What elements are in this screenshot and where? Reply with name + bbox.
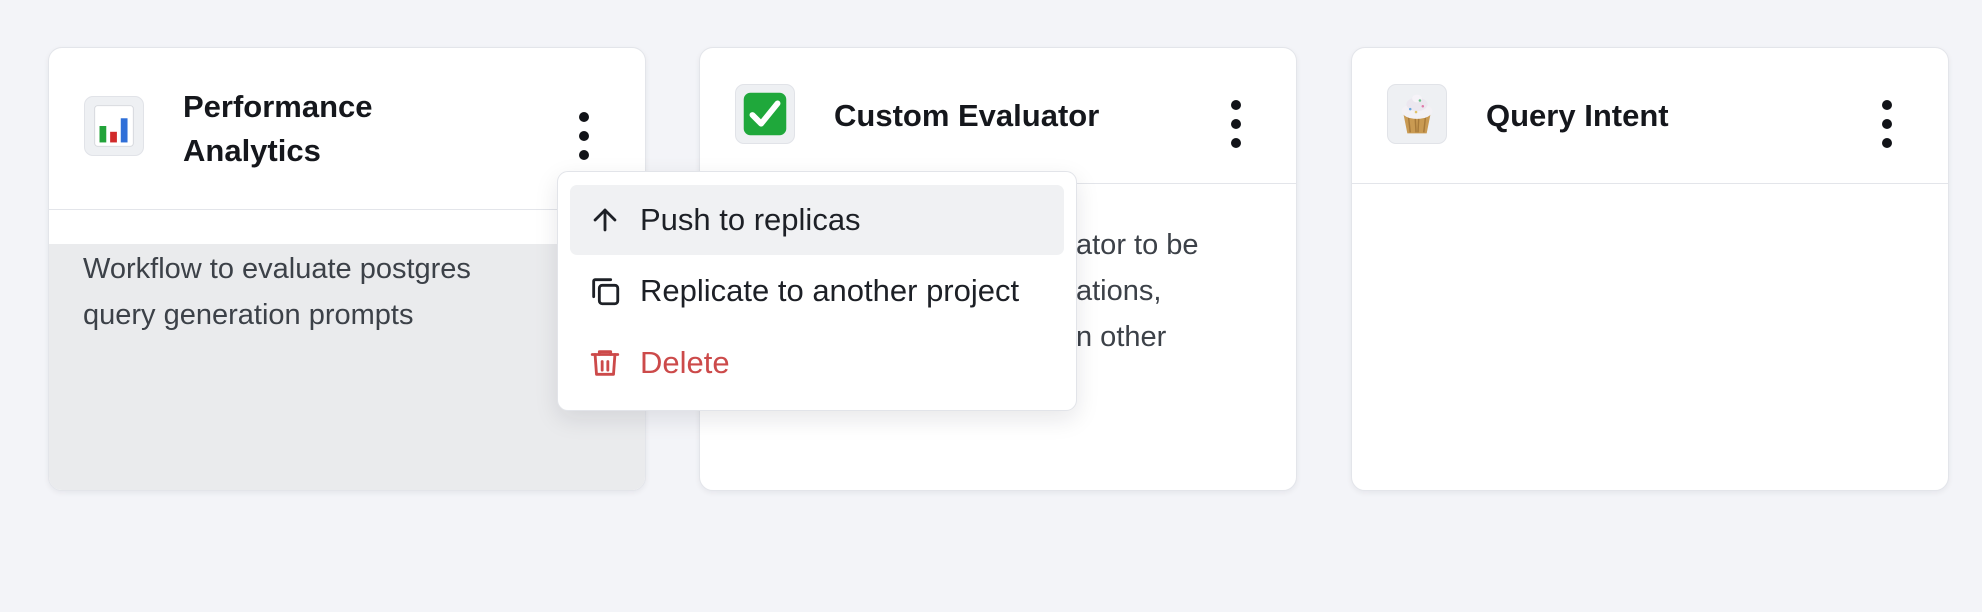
more-options-icon[interactable] — [1216, 94, 1256, 154]
card-title: Performance Analytics — [183, 85, 373, 173]
cupcake-emoji-icon — [1387, 84, 1447, 144]
check-mark-button-emoji-icon — [735, 84, 795, 144]
menu-item-replicate-to-another-project[interactable]: Replicate to another project — [570, 256, 1064, 326]
card-description: Workflow to evaluate postgres query gene… — [83, 246, 471, 338]
arrow-up-icon — [593, 208, 617, 232]
more-options-icon[interactable] — [1867, 94, 1907, 154]
card-header: Query Intent — [1352, 48, 1948, 184]
card-description-line-1: Workflow to evaluate postgres — [83, 253, 471, 285]
trash-icon — [590, 350, 620, 376]
card-query-intent[interactable]: Query Intent — [1351, 47, 1949, 491]
context-menu: Push to replicas Replicate to another pr… — [557, 171, 1077, 411]
card-title-line-1: Performance — [183, 89, 373, 124]
menu-item-push-to-replicas[interactable]: Push to replicas — [570, 185, 1064, 255]
menu-item-label: Push to replicas — [640, 202, 861, 237]
card-description-line-1: ator to be — [1076, 229, 1199, 261]
card-title: Query Intent — [1486, 98, 1669, 133]
card-header: Custom Evaluator — [700, 48, 1296, 184]
card-description-line-2: ations, — [1076, 275, 1162, 307]
card-title-line-2: Analytics — [183, 133, 321, 168]
card-description: ator to be ations, n other — [1076, 222, 1199, 360]
menu-item-delete[interactable]: Delete — [570, 328, 1064, 398]
card-description-line-3: n other — [1076, 321, 1167, 353]
card-header: Performance Analytics — [49, 48, 645, 210]
copy-icon — [592, 278, 620, 306]
bar-chart-emoji-icon — [84, 96, 144, 156]
card-description-line-2: query generation prompts — [83, 299, 414, 331]
more-options-icon[interactable] — [564, 106, 604, 166]
card-title: Custom Evaluator — [834, 98, 1100, 133]
menu-item-label: Delete — [640, 345, 730, 380]
menu-item-label: Replicate to another project — [640, 273, 1020, 308]
